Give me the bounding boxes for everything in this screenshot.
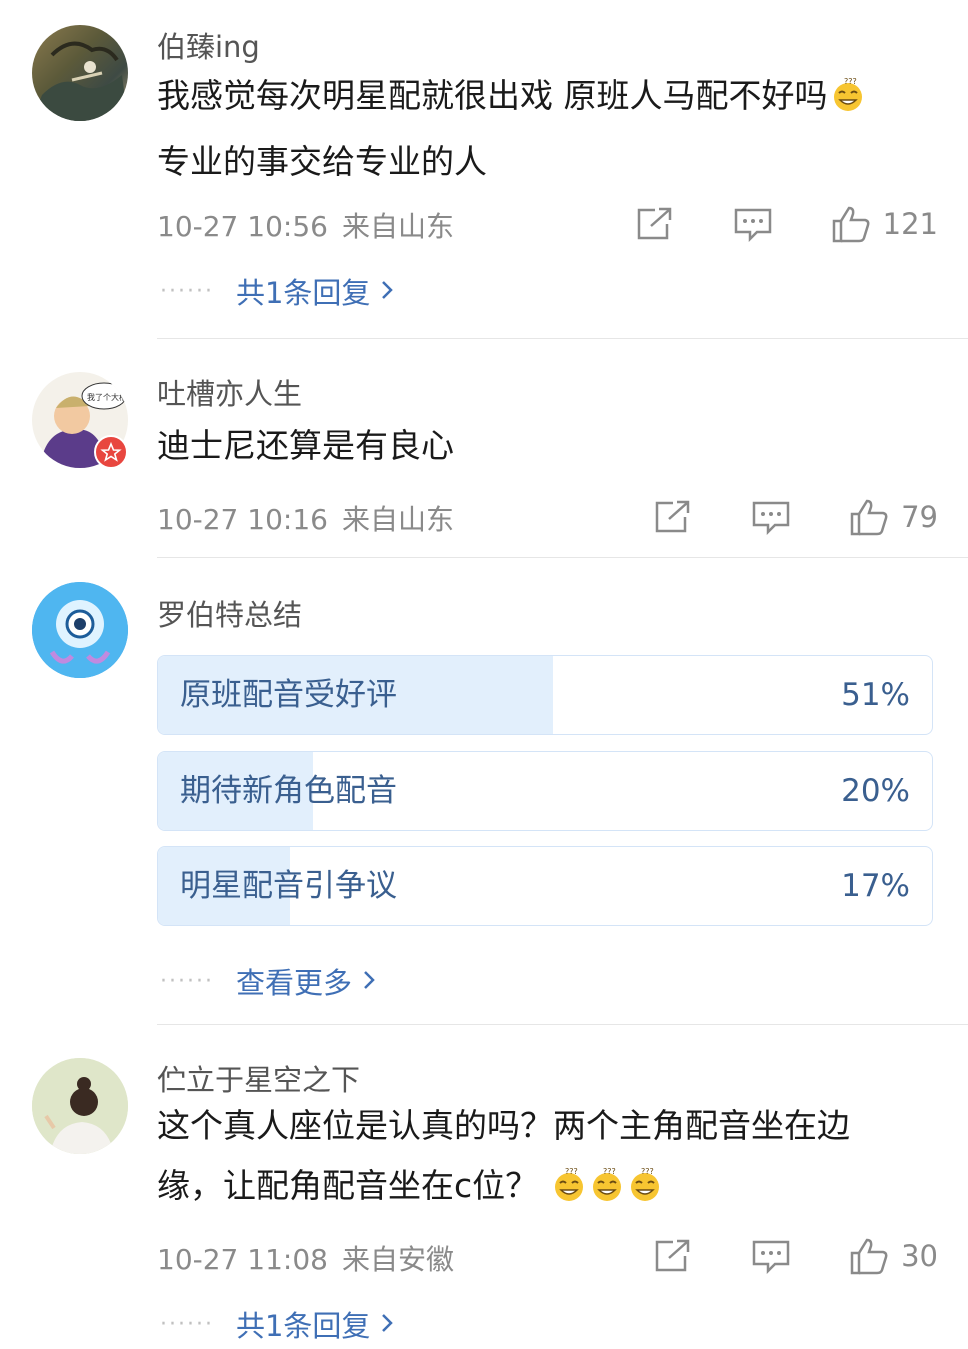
comment-text-line: 缘，让配角配音坐在c位？ (157, 1166, 539, 1205)
thumbs-up-icon (850, 499, 888, 536)
comment-text: 这个真人座位是认真的吗？两个主角配音坐在边 缘，让配角配音坐在c位？ ?????… (157, 1096, 937, 1222)
sweat-smile-emoji-icon: ??? (551, 1162, 587, 1222)
comment-icon (752, 1240, 790, 1274)
share-icon (655, 500, 690, 533)
timestamp: 10-27 11:08 (157, 1243, 328, 1276)
photo-avatar-icon (32, 1058, 128, 1154)
share-button[interactable] (653, 499, 693, 535)
comment-meta: 10-27 11:08 来自安徽 (157, 1238, 454, 1278)
poll-option-percent: 20% (841, 773, 910, 809)
dots-decoration: ······ (160, 968, 214, 994)
sweat-smile-emoji-icon: ??? (589, 1162, 625, 1222)
username[interactable]: 吐槽亦人生 (157, 371, 302, 413)
comment-text: 我感觉每次明星配就很出戏 原班人马配不好吗??? 专业的事交给专业的人 (157, 66, 937, 192)
view-replies-link[interactable]: ······ 共1条回复 (160, 1303, 394, 1345)
svg-text:???: ??? (641, 1167, 654, 1176)
location: 来自山东 (341, 503, 454, 536)
verified-badge-icon (94, 435, 128, 469)
like-count: 30 (901, 1239, 938, 1273)
more-label: 查看更多 (235, 966, 352, 1000)
painting-avatar-icon (32, 41, 128, 121)
divider (157, 1024, 968, 1025)
sweat-smile-emoji-icon: ??? (830, 72, 866, 132)
comment-text-line: 这个真人座位是认真的吗？两个主角配音坐在边 (157, 1106, 850, 1145)
like-count: 79 (901, 500, 938, 534)
comment-text-line: 专业的事交给专业的人 (157, 142, 487, 181)
comment-meta: 10-27 10:56 来自山东 (157, 205, 454, 245)
chevron-right-icon (362, 964, 376, 998)
timestamp: 10-27 10:16 (157, 503, 328, 536)
username[interactable]: 罗伯特总结 (157, 592, 302, 634)
avatar[interactable] (32, 1058, 128, 1154)
thumbs-up-icon (850, 1238, 888, 1275)
poll-option[interactable]: 期待新角色配音 20% (157, 751, 933, 831)
comment-text-line: 我感觉每次明星配就很出戏 原班人马配不好吗 (157, 76, 828, 115)
location: 来自安徽 (341, 1243, 454, 1276)
timestamp: 10-27 10:56 (157, 210, 328, 243)
like-count: 121 (882, 207, 938, 241)
reply-button[interactable] (751, 1238, 791, 1274)
view-more-link[interactable]: ······ 查看更多 (160, 960, 376, 1002)
location: 来自山东 (341, 210, 454, 243)
chevron-right-icon (380, 274, 394, 308)
poll-option-label: 明星配音引争议 (180, 868, 397, 904)
poll-option-percent: 17% (841, 868, 910, 904)
like-button[interactable]: 121 (831, 205, 938, 243)
like-button[interactable]: 79 (849, 498, 938, 536)
comment-actions: 79 (653, 495, 938, 539)
thumbs-up-icon (832, 206, 870, 243)
svg-text:???: ??? (565, 1167, 578, 1176)
username[interactable]: 伫立于星空之下 (157, 1057, 360, 1099)
poll-option-label: 原班配音受好评 (180, 677, 397, 713)
svg-text:???: ??? (844, 77, 857, 86)
share-button[interactable] (635, 206, 675, 242)
share-icon (637, 207, 671, 240)
comment-text: 迪士尼还算是有良心 (157, 426, 454, 465)
mascot-avatar-icon (32, 582, 128, 678)
dots-decoration: ······ (160, 1311, 214, 1337)
avatar[interactable] (32, 25, 128, 121)
dots-decoration: ······ (160, 278, 214, 304)
comment-actions: 30 (653, 1234, 938, 1278)
chevron-right-icon (380, 1307, 394, 1341)
replies-label: 共1条回复 (235, 1309, 371, 1343)
divider (157, 557, 968, 558)
avatar[interactable] (32, 582, 128, 678)
comment-icon (734, 208, 771, 242)
replies-label: 共1条回复 (235, 276, 371, 310)
svg-text:???: ??? (603, 1167, 616, 1176)
comment-icon (752, 501, 790, 535)
poll-option-percent: 51% (841, 677, 910, 713)
reply-button[interactable] (733, 206, 773, 242)
like-button[interactable]: 30 (849, 1237, 938, 1275)
username[interactable]: 伯臻ing (157, 24, 260, 66)
reply-button[interactable] (751, 499, 791, 535)
poll-option[interactable]: 原班配音受好评 51% (157, 655, 933, 735)
divider (157, 338, 968, 339)
avatar-bubble-text: 我了个大槽 (87, 392, 127, 402)
poll-option-label: 期待新角色配音 (180, 773, 397, 809)
comment-actions: 121 (635, 202, 938, 246)
share-icon (655, 1239, 690, 1272)
poll-option[interactable]: 明星配音引争议 17% (157, 846, 933, 926)
view-replies-link[interactable]: ······ 共1条回复 (160, 270, 394, 312)
sweat-smile-emoji-icon: ??? (627, 1162, 663, 1222)
comment-meta: 10-27 10:16 来自山东 (157, 498, 454, 538)
share-button[interactable] (653, 1238, 693, 1274)
